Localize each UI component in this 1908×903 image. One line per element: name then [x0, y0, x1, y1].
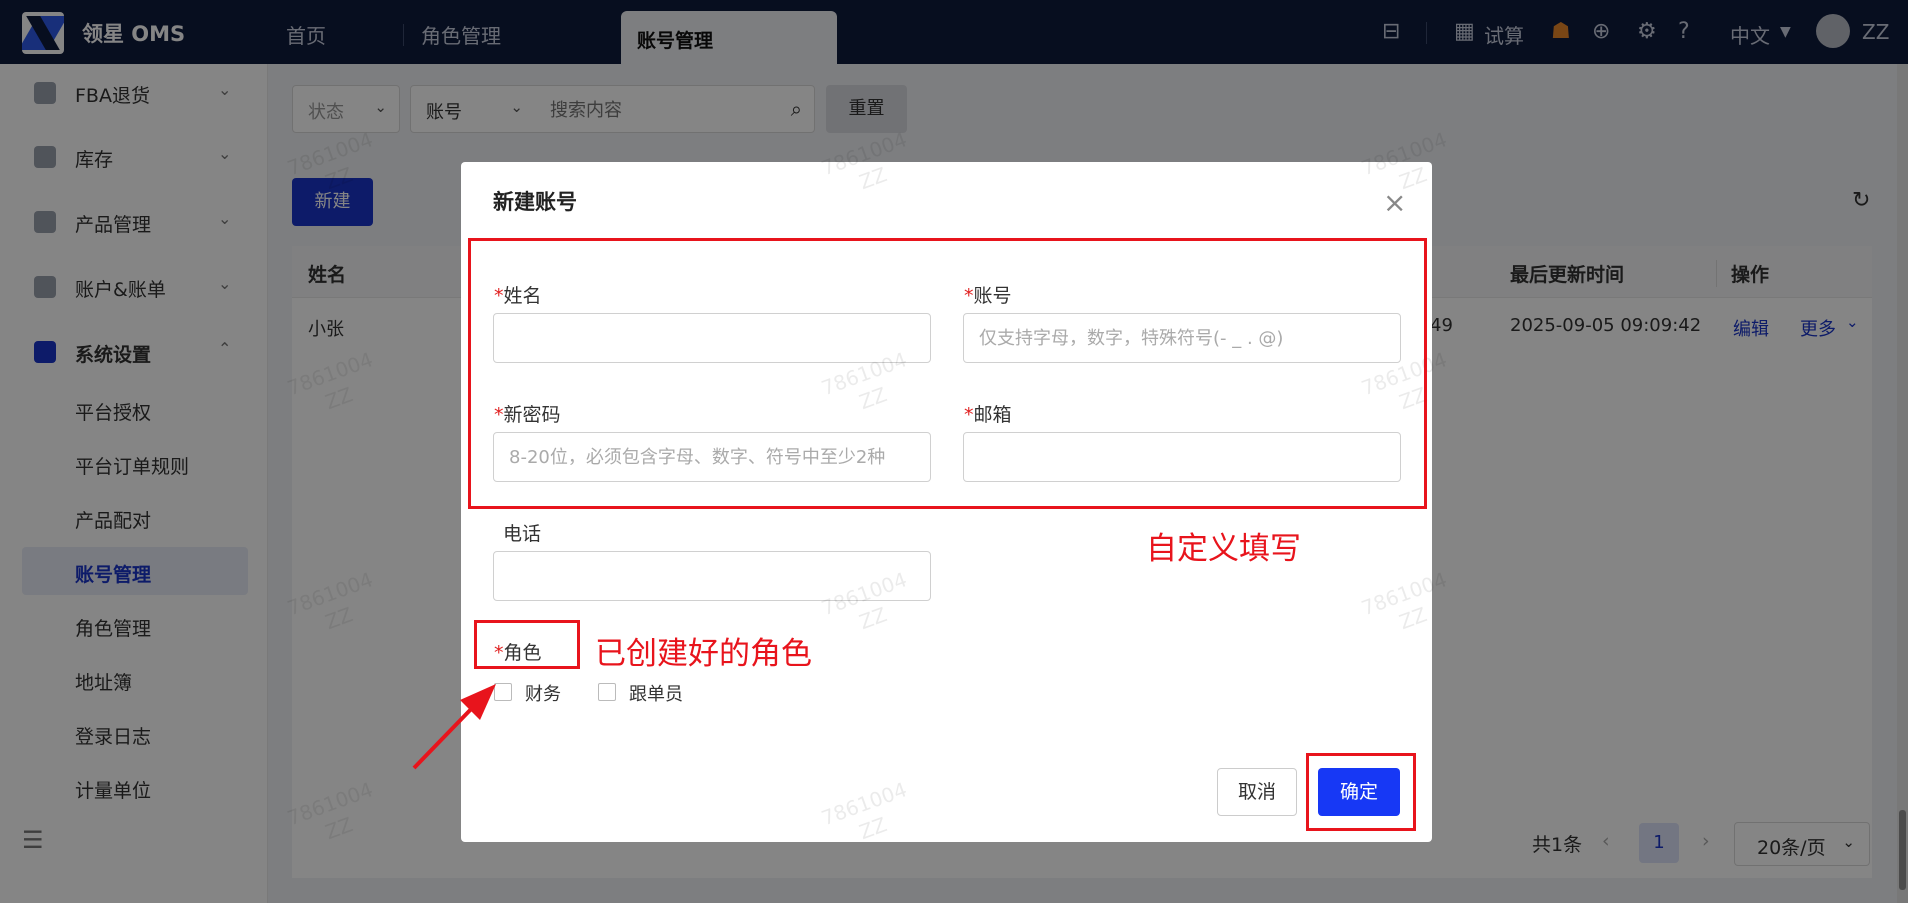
role-merchandiser-label: 跟单员 — [629, 684, 683, 705]
role-checkbox-merchandiser[interactable] — [598, 683, 616, 701]
annotation-arrow-icon — [412, 684, 496, 770]
cancel-button[interactable]: 取消 — [1217, 768, 1297, 816]
phone-field[interactable] — [493, 551, 931, 601]
dialog-title: 新建账号 — [493, 190, 577, 214]
annotation-box-custom-fields — [468, 238, 1427, 509]
annotation-box-role — [474, 620, 580, 669]
annotation-custom-fill: 自定义填写 — [1146, 531, 1301, 567]
annotation-box-confirm — [1306, 753, 1416, 831]
phone-label: 电话 — [503, 523, 542, 545]
annotation-created-roles: 已创建好的角色 — [595, 636, 812, 672]
close-icon[interactable]: × — [1383, 186, 1406, 219]
role-finance-label: 财务 — [525, 684, 561, 705]
